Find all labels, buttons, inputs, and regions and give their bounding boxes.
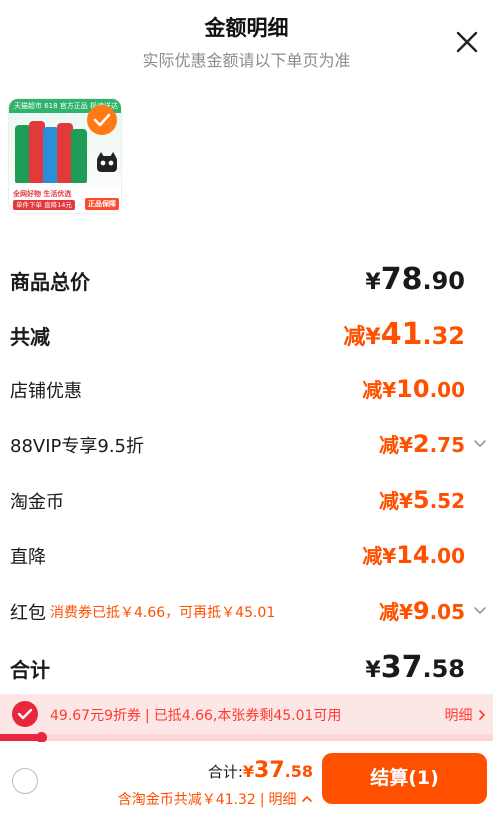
chevron-up-icon — [302, 796, 312, 802]
amount-decimal: .58 — [422, 655, 465, 683]
footer-sub-note: 含淘金币共减￥41.32 — [117, 792, 256, 808]
goods-total-label: 商品总价 — [10, 270, 90, 294]
footer-total: 合计:¥37.58 — [208, 758, 313, 783]
coupon-detail-label: 明细 — [444, 708, 473, 724]
footer-total-label: 合计: — [207, 763, 243, 781]
amount-integer: 14 — [396, 541, 430, 569]
checkout-footer: 合计:¥37.58 含淘金币共减￥41.32 | 明细 结算(1) — [0, 742, 493, 815]
amount-decimal: .32 — [422, 322, 465, 350]
goods-total-amount: ¥78.90 — [365, 262, 465, 297]
red-packet-row[interactable]: 红包 消费券已抵￥4.66，可再抵￥45.01 减¥9.05 — [0, 596, 493, 626]
total-discount-label: 共减 — [10, 325, 50, 349]
discount-prefix: 减 — [362, 378, 383, 402]
shop-discount-amount: 减¥10.00 — [362, 374, 465, 403]
product-bottle — [71, 129, 87, 183]
discount-prefix: 减 — [362, 544, 383, 568]
amount-decimal: .52 — [429, 489, 465, 513]
currency-symbol: ¥ — [382, 378, 397, 402]
vip-discount-row[interactable]: 88VIP专享9.5折 减¥2.75 — [0, 429, 493, 459]
chevron-right-icon — [479, 710, 485, 720]
tmall-cat-icon — [97, 152, 117, 172]
sheet-title: 金额明细 — [204, 16, 289, 40]
amount-integer: 41 — [380, 317, 423, 352]
red-packet-label: 红包 — [10, 603, 46, 624]
sum-amount: ¥37.58 — [365, 650, 465, 685]
direct-cut-label: 直降 — [10, 547, 46, 568]
currency-symbol: ¥ — [365, 658, 381, 683]
coupon-name: 49.67元9折券 — [50, 708, 141, 724]
footer-total-integer: 37 — [254, 758, 285, 783]
total-discount-amount: 减¥41.32 — [343, 317, 465, 352]
product-promo-line1: 全网好物 生活优选 — [13, 190, 72, 198]
product-guarantee-badge: 正品保障 — [85, 198, 119, 210]
coupon-summary: 49.67元9折券 | 已抵4.66,本张券剩45.01可用 — [50, 705, 341, 725]
coupon-bar[interactable]: 49.67元9折券 | 已抵4.66,本张券剩45.01可用 明细 — [0, 694, 493, 734]
amount-integer: 5 — [412, 486, 430, 514]
sum-row: 合计 ¥37.58 — [0, 650, 493, 685]
direct-cut-amount: 减¥14.00 — [362, 540, 465, 569]
coupon-separator: | — [145, 708, 150, 724]
vip-discount-label: 88VIP专享9.5折 — [10, 436, 145, 457]
product-promo-line2: 单件下单 直降14元 — [13, 200, 75, 210]
total-discount-row: 共减 减¥41.32 — [0, 317, 493, 352]
amount-integer: 9 — [412, 597, 430, 625]
footer-total-decimal: .58 — [284, 762, 313, 781]
currency-symbol: ¥ — [398, 433, 413, 457]
shop-discount-label: 店铺优惠 — [10, 381, 82, 402]
coupon-detail-link[interactable]: 明细 — [445, 705, 487, 725]
taojinbi-row: 淘金币 减¥5.52 — [0, 485, 493, 515]
vip-discount-amount: 减¥2.75 — [379, 429, 465, 458]
currency-symbol: ¥ — [242, 762, 255, 781]
check-icon — [17, 708, 33, 720]
chevron-down-icon[interactable] — [473, 437, 487, 451]
discount-prefix: 减 — [378, 433, 399, 457]
footer-separator: | — [259, 792, 265, 808]
amount-decimal: .00 — [429, 378, 465, 402]
product-selected-check[interactable] — [87, 105, 117, 135]
coupon-progress-track — [0, 734, 493, 741]
close-icon — [456, 31, 478, 53]
sum-label: 合计 — [10, 658, 50, 682]
amount-decimal: .05 — [429, 600, 465, 624]
select-all-radio[interactable] — [12, 768, 38, 794]
amount-integer: 78 — [380, 262, 423, 297]
amount-integer: 37 — [380, 650, 423, 685]
goods-total-row: 商品总价 ¥78.90 — [0, 262, 493, 297]
checkout-button[interactable]: 结算(1) — [322, 753, 487, 804]
footer-detail-label: 明细 — [268, 792, 297, 808]
check-icon — [93, 113, 111, 127]
discount-prefix: 减 — [378, 600, 399, 624]
coupon-status: 已抵4.66,本张券剩45.01可用 — [153, 708, 342, 724]
red-packet-note: 消费券已抵￥4.66，可再抵￥45.01 — [50, 605, 276, 621]
coupon-selected-check[interactable] — [12, 701, 38, 727]
taojinbi-label: 淘金币 — [10, 492, 64, 513]
red-packet-amount: 减¥9.05 — [379, 596, 465, 625]
currency-symbol: ¥ — [382, 544, 397, 568]
product-promo-bar: 全网好物 生活优选 单件下单 直降14元 正品保障 — [9, 187, 121, 213]
close-button[interactable] — [453, 28, 481, 56]
amount-decimal: .00 — [429, 544, 465, 568]
currency-symbol: ¥ — [398, 489, 413, 513]
amount-decimal: .90 — [422, 267, 465, 295]
sheet-header: 金额明细 实际优惠金额请以下单页为准 — [0, 0, 493, 82]
amount-integer: 2 — [412, 430, 430, 458]
chevron-down-icon[interactable] — [473, 604, 487, 618]
discount-prefix: 减 — [378, 489, 399, 513]
footer-discount-note[interactable]: 含淘金币共减￥41.32 | 明细 — [118, 789, 313, 809]
sheet-subtitle: 实际优惠金额请以下单页为准 — [142, 51, 351, 70]
amount-decimal: .75 — [429, 433, 465, 457]
taojinbi-amount: 减¥5.52 — [379, 485, 465, 514]
currency-symbol: ¥ — [365, 325, 381, 350]
currency-symbol: ¥ — [365, 270, 381, 295]
direct-cut-row: 直降 减¥14.00 — [0, 540, 493, 570]
discount-prefix: 减 — [343, 325, 366, 350]
currency-symbol: ¥ — [398, 600, 413, 624]
shop-discount-row: 店铺优惠 减¥10.00 — [0, 374, 493, 404]
amount-integer: 10 — [396, 375, 430, 403]
product-thumbnail[interactable]: 天猫超市 618 官方正品 极速送达 全网好物 生活优选 单件下单 直降14元 … — [8, 98, 122, 214]
